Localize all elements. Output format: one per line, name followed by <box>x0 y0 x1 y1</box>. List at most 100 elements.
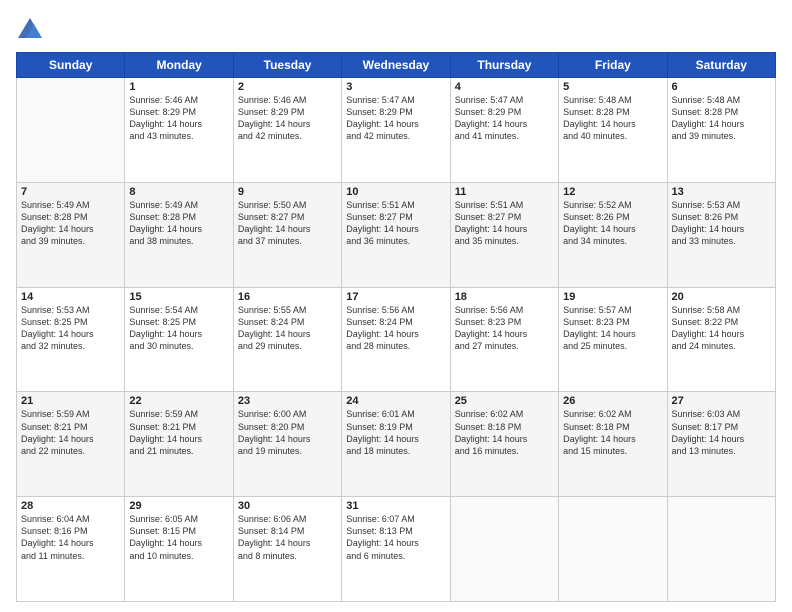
day-info: Sunrise: 6:00 AM Sunset: 8:20 PM Dayligh… <box>238 408 337 457</box>
week-row-4: 21Sunrise: 5:59 AM Sunset: 8:21 PM Dayli… <box>17 392 776 497</box>
day-number: 28 <box>21 500 120 512</box>
day-info: Sunrise: 5:52 AM Sunset: 8:26 PM Dayligh… <box>563 199 662 248</box>
day-number: 23 <box>238 395 337 407</box>
day-info: Sunrise: 6:02 AM Sunset: 8:18 PM Dayligh… <box>563 408 662 457</box>
calendar-cell: 14Sunrise: 5:53 AM Sunset: 8:25 PM Dayli… <box>17 287 125 392</box>
day-info: Sunrise: 6:03 AM Sunset: 8:17 PM Dayligh… <box>672 408 771 457</box>
day-number: 4 <box>455 81 554 93</box>
calendar-cell <box>667 497 775 602</box>
day-info: Sunrise: 5:49 AM Sunset: 8:28 PM Dayligh… <box>129 199 228 248</box>
calendar-cell: 24Sunrise: 6:01 AM Sunset: 8:19 PM Dayli… <box>342 392 450 497</box>
day-number: 11 <box>455 186 554 198</box>
weekday-saturday: Saturday <box>667 53 775 78</box>
day-info: Sunrise: 5:51 AM Sunset: 8:27 PM Dayligh… <box>346 199 445 248</box>
day-info: Sunrise: 5:56 AM Sunset: 8:23 PM Dayligh… <box>455 304 554 353</box>
calendar-cell: 30Sunrise: 6:06 AM Sunset: 8:14 PM Dayli… <box>233 497 341 602</box>
weekday-monday: Monday <box>125 53 233 78</box>
day-number: 29 <box>129 500 228 512</box>
day-number: 27 <box>672 395 771 407</box>
day-info: Sunrise: 5:47 AM Sunset: 8:29 PM Dayligh… <box>346 94 445 143</box>
calendar-cell: 6Sunrise: 5:48 AM Sunset: 8:28 PM Daylig… <box>667 78 775 183</box>
day-number: 17 <box>346 291 445 303</box>
day-info: Sunrise: 5:50 AM Sunset: 8:27 PM Dayligh… <box>238 199 337 248</box>
page: SundayMondayTuesdayWednesdayThursdayFrid… <box>0 0 792 612</box>
day-info: Sunrise: 5:46 AM Sunset: 8:29 PM Dayligh… <box>129 94 228 143</box>
day-info: Sunrise: 5:49 AM Sunset: 8:28 PM Dayligh… <box>21 199 120 248</box>
day-info: Sunrise: 5:57 AM Sunset: 8:23 PM Dayligh… <box>563 304 662 353</box>
weekday-wednesday: Wednesday <box>342 53 450 78</box>
weekday-friday: Friday <box>559 53 667 78</box>
calendar-cell: 18Sunrise: 5:56 AM Sunset: 8:23 PM Dayli… <box>450 287 558 392</box>
day-info: Sunrise: 5:53 AM Sunset: 8:25 PM Dayligh… <box>21 304 120 353</box>
calendar-table: SundayMondayTuesdayWednesdayThursdayFrid… <box>16 52 776 602</box>
day-number: 26 <box>563 395 662 407</box>
calendar-cell: 25Sunrise: 6:02 AM Sunset: 8:18 PM Dayli… <box>450 392 558 497</box>
calendar-cell: 12Sunrise: 5:52 AM Sunset: 8:26 PM Dayli… <box>559 182 667 287</box>
calendar-cell: 26Sunrise: 6:02 AM Sunset: 8:18 PM Dayli… <box>559 392 667 497</box>
day-info: Sunrise: 5:51 AM Sunset: 8:27 PM Dayligh… <box>455 199 554 248</box>
calendar-cell: 11Sunrise: 5:51 AM Sunset: 8:27 PM Dayli… <box>450 182 558 287</box>
day-number: 15 <box>129 291 228 303</box>
calendar-cell: 10Sunrise: 5:51 AM Sunset: 8:27 PM Dayli… <box>342 182 450 287</box>
calendar-cell: 9Sunrise: 5:50 AM Sunset: 8:27 PM Daylig… <box>233 182 341 287</box>
calendar-cell: 17Sunrise: 5:56 AM Sunset: 8:24 PM Dayli… <box>342 287 450 392</box>
day-number: 8 <box>129 186 228 198</box>
calendar-cell: 31Sunrise: 6:07 AM Sunset: 8:13 PM Dayli… <box>342 497 450 602</box>
day-number: 31 <box>346 500 445 512</box>
weekday-sunday: Sunday <box>17 53 125 78</box>
calendar-cell: 2Sunrise: 5:46 AM Sunset: 8:29 PM Daylig… <box>233 78 341 183</box>
calendar-cell: 7Sunrise: 5:49 AM Sunset: 8:28 PM Daylig… <box>17 182 125 287</box>
week-row-3: 14Sunrise: 5:53 AM Sunset: 8:25 PM Dayli… <box>17 287 776 392</box>
day-number: 30 <box>238 500 337 512</box>
day-info: Sunrise: 5:47 AM Sunset: 8:29 PM Dayligh… <box>455 94 554 143</box>
day-info: Sunrise: 6:01 AM Sunset: 8:19 PM Dayligh… <box>346 408 445 457</box>
day-number: 6 <box>672 81 771 93</box>
day-number: 21 <box>21 395 120 407</box>
header <box>16 16 776 44</box>
day-number: 25 <box>455 395 554 407</box>
day-number: 1 <box>129 81 228 93</box>
calendar-cell <box>17 78 125 183</box>
week-row-1: 1Sunrise: 5:46 AM Sunset: 8:29 PM Daylig… <box>17 78 776 183</box>
day-number: 10 <box>346 186 445 198</box>
day-number: 19 <box>563 291 662 303</box>
week-row-2: 7Sunrise: 5:49 AM Sunset: 8:28 PM Daylig… <box>17 182 776 287</box>
week-row-5: 28Sunrise: 6:04 AM Sunset: 8:16 PM Dayli… <box>17 497 776 602</box>
day-info: Sunrise: 5:58 AM Sunset: 8:22 PM Dayligh… <box>672 304 771 353</box>
calendar-cell: 19Sunrise: 5:57 AM Sunset: 8:23 PM Dayli… <box>559 287 667 392</box>
calendar-cell <box>559 497 667 602</box>
day-number: 3 <box>346 81 445 93</box>
day-number: 14 <box>21 291 120 303</box>
day-info: Sunrise: 6:06 AM Sunset: 8:14 PM Dayligh… <box>238 513 337 562</box>
day-number: 12 <box>563 186 662 198</box>
day-info: Sunrise: 6:04 AM Sunset: 8:16 PM Dayligh… <box>21 513 120 562</box>
day-number: 5 <box>563 81 662 93</box>
day-info: Sunrise: 5:59 AM Sunset: 8:21 PM Dayligh… <box>21 408 120 457</box>
calendar-cell: 8Sunrise: 5:49 AM Sunset: 8:28 PM Daylig… <box>125 182 233 287</box>
calendar-cell: 23Sunrise: 6:00 AM Sunset: 8:20 PM Dayli… <box>233 392 341 497</box>
day-info: Sunrise: 5:53 AM Sunset: 8:26 PM Dayligh… <box>672 199 771 248</box>
calendar-cell: 1Sunrise: 5:46 AM Sunset: 8:29 PM Daylig… <box>125 78 233 183</box>
day-number: 2 <box>238 81 337 93</box>
calendar-cell: 5Sunrise: 5:48 AM Sunset: 8:28 PM Daylig… <box>559 78 667 183</box>
calendar-cell: 13Sunrise: 5:53 AM Sunset: 8:26 PM Dayli… <box>667 182 775 287</box>
calendar-cell: 15Sunrise: 5:54 AM Sunset: 8:25 PM Dayli… <box>125 287 233 392</box>
calendar-cell <box>450 497 558 602</box>
day-info: Sunrise: 5:55 AM Sunset: 8:24 PM Dayligh… <box>238 304 337 353</box>
calendar-cell: 20Sunrise: 5:58 AM Sunset: 8:22 PM Dayli… <box>667 287 775 392</box>
calendar-cell: 27Sunrise: 6:03 AM Sunset: 8:17 PM Dayli… <box>667 392 775 497</box>
day-info: Sunrise: 6:07 AM Sunset: 8:13 PM Dayligh… <box>346 513 445 562</box>
day-info: Sunrise: 5:54 AM Sunset: 8:25 PM Dayligh… <box>129 304 228 353</box>
day-info: Sunrise: 5:48 AM Sunset: 8:28 PM Dayligh… <box>563 94 662 143</box>
day-number: 20 <box>672 291 771 303</box>
weekday-tuesday: Tuesday <box>233 53 341 78</box>
calendar-cell: 16Sunrise: 5:55 AM Sunset: 8:24 PM Dayli… <box>233 287 341 392</box>
day-info: Sunrise: 6:02 AM Sunset: 8:18 PM Dayligh… <box>455 408 554 457</box>
day-number: 9 <box>238 186 337 198</box>
calendar-cell: 29Sunrise: 6:05 AM Sunset: 8:15 PM Dayli… <box>125 497 233 602</box>
calendar-cell: 4Sunrise: 5:47 AM Sunset: 8:29 PM Daylig… <box>450 78 558 183</box>
day-number: 7 <box>21 186 120 198</box>
calendar-cell: 22Sunrise: 5:59 AM Sunset: 8:21 PM Dayli… <box>125 392 233 497</box>
day-info: Sunrise: 5:56 AM Sunset: 8:24 PM Dayligh… <box>346 304 445 353</box>
day-info: Sunrise: 5:46 AM Sunset: 8:29 PM Dayligh… <box>238 94 337 143</box>
